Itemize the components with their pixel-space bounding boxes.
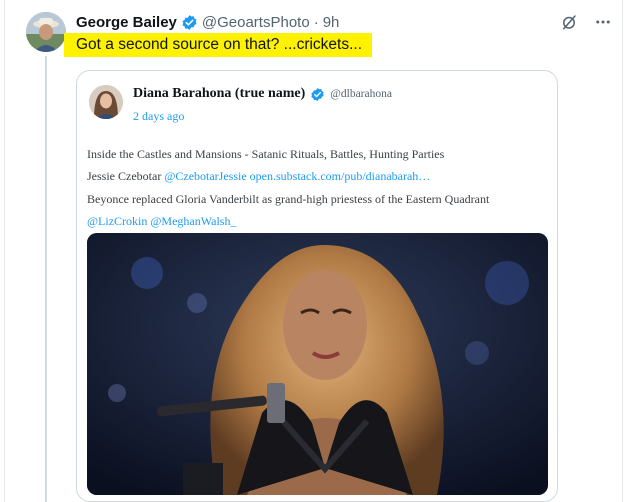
meta-separator: · — [313, 13, 319, 31]
mention-link[interactable]: @CzebotarJessie — [164, 169, 246, 183]
quoted-text-line: @LizCrokin @MeghanWalsh_ — [87, 214, 236, 229]
verified-badge-icon — [181, 14, 198, 31]
quoted-header: Diana Barahona (true name) @dlbarahona — [133, 86, 392, 102]
grok-slash-icon[interactable] — [559, 12, 579, 32]
quoted-text: Jessie Czebotar — [87, 169, 162, 183]
quoted-text-line: Beyonce replaced Gloria Vanderbilt as gr… — [87, 192, 490, 206]
author-name[interactable]: George Bailey — [76, 14, 177, 31]
thread-line — [45, 56, 47, 502]
quoted-text-line: Inside the Castles and Mansions - Satani… — [87, 147, 445, 161]
author-avatar[interactable] — [26, 12, 66, 52]
stage-performer-photo[interactable] — [87, 233, 548, 495]
quoted-author-handle[interactable]: @dlbarahona — [330, 88, 392, 100]
tweet-time[interactable]: 9h — [323, 14, 340, 31]
tweet-text: Got a second source on that? ...crickets… — [64, 33, 373, 57]
mention-link[interactable]: @LizCrokin — [87, 214, 147, 228]
quoted-text-line: Jessie Czebotar @CzebotarJessie open.sub… — [87, 169, 430, 184]
tweet-actions — [559, 12, 613, 32]
quoted-date[interactable]: 2 days ago — [133, 109, 184, 124]
verified-badge-icon — [310, 87, 325, 102]
url-link[interactable]: open.substack.com/pub/dianabarah… — [250, 169, 431, 183]
quoted-tweet[interactable]: Diana Barahona (true name) @dlbarahona 2… — [76, 70, 558, 502]
more-dots-icon[interactable] — [593, 12, 613, 32]
quoted-author-name[interactable]: Diana Barahona (true name) — [133, 86, 305, 102]
author-handle[interactable]: @GeoartsPhoto — [202, 14, 310, 31]
mention-link[interactable]: @MeghanWalsh_ — [150, 214, 236, 228]
quoted-author-avatar[interactable] — [89, 85, 123, 119]
tweet-header: George Bailey @GeoartsPhoto · 9h — [76, 12, 339, 32]
